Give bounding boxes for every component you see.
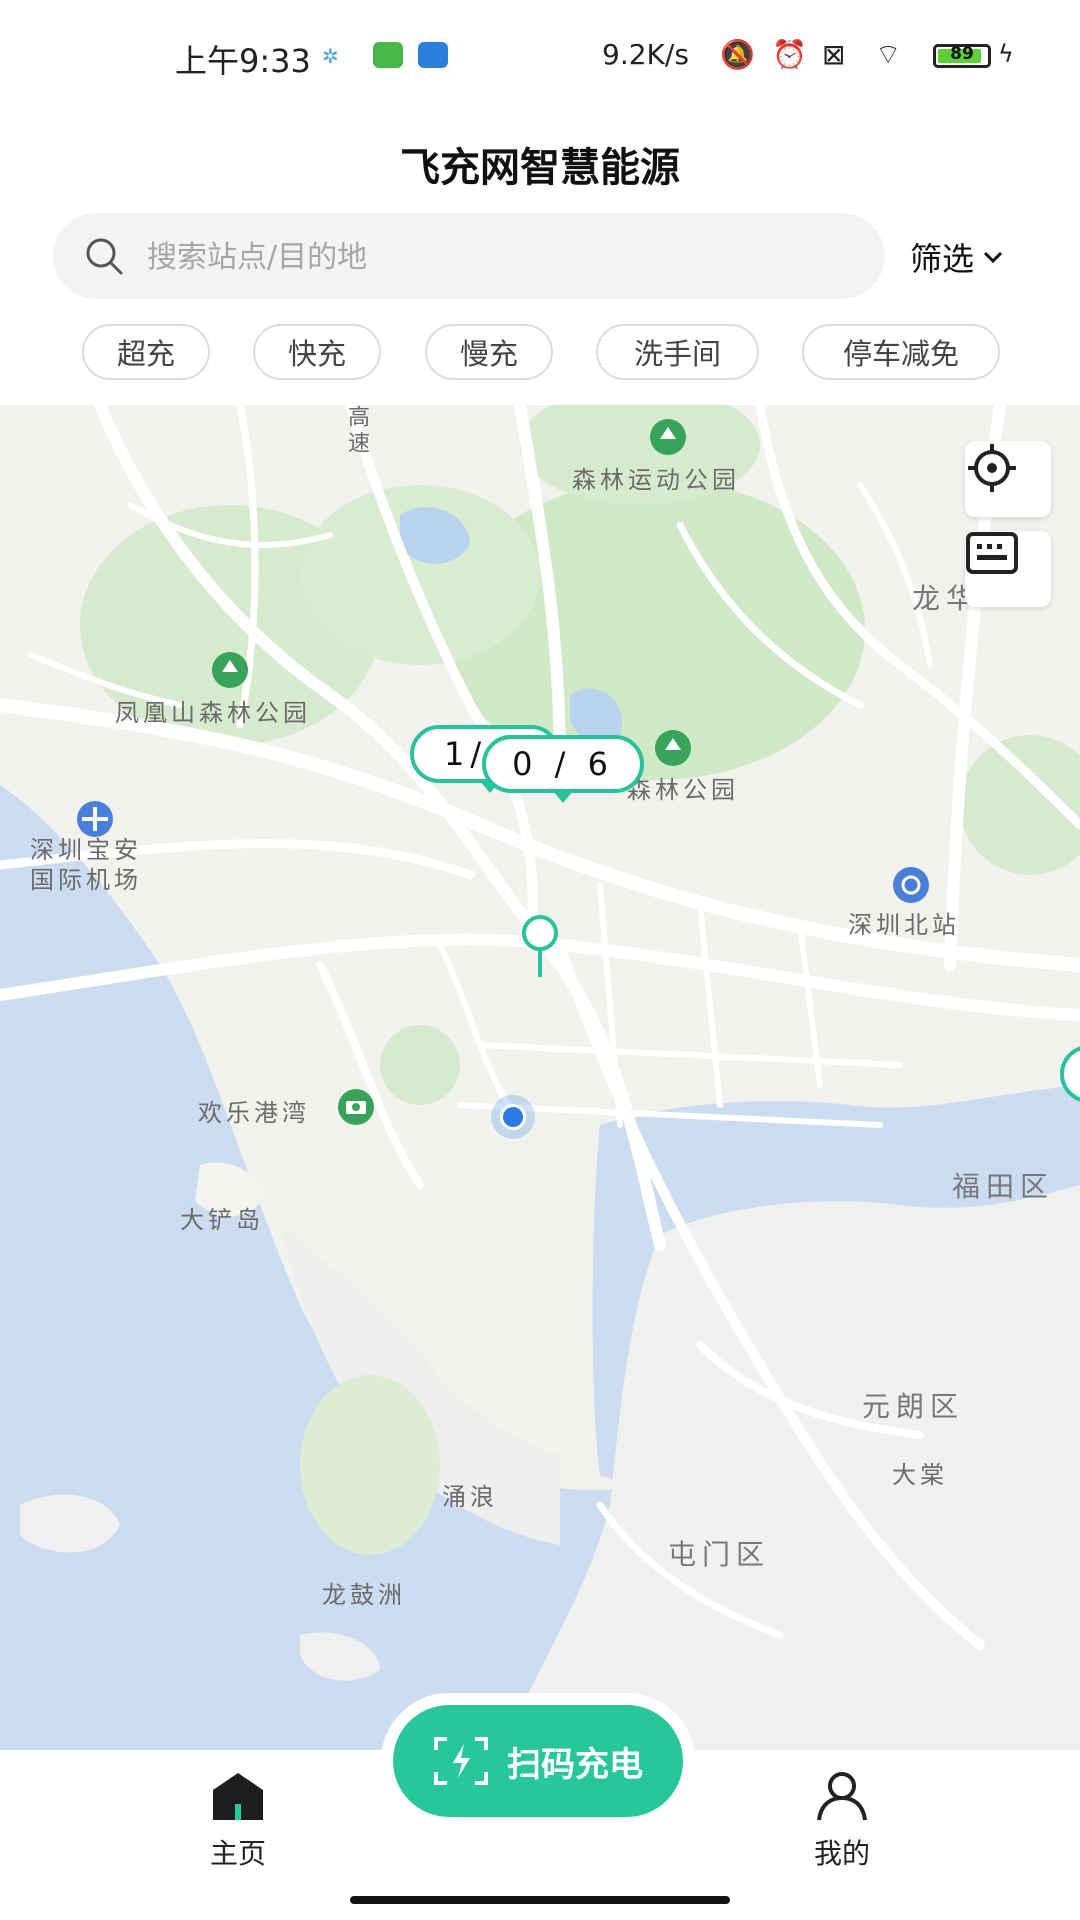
map-pin-icon <box>522 915 558 977</box>
list-view-button[interactable] <box>965 531 1051 607</box>
map-label-lung-kwu-chau: 龙鼓洲 <box>322 1581 406 1609</box>
search-bar[interactable] <box>53 213 885 301</box>
scan-charge-button[interactable]: 扫码充电 <box>393 1705 683 1817</box>
keyboard-icon <box>966 532 1018 574</box>
map-label-fenghuangshan: 凤凰山森林公园 <box>115 699 311 727</box>
map-label-tai-kei: 大棠 <box>892 1461 948 1489</box>
map-label-tuen-mun: 屯门区 <box>668 1538 771 1571</box>
wifi-icon: ⌔ <box>875 38 902 71</box>
map-label-futian: 福田区 <box>952 1170 1055 1203</box>
nav-mine[interactable]: 我的 <box>762 1770 922 1872</box>
map-label-expressway: 高速 <box>344 405 369 457</box>
user-location-icon <box>491 1095 535 1139</box>
chevron-down-icon <box>983 251 1003 264</box>
crosshair-icon <box>968 444 1016 492</box>
user-icon <box>817 1772 867 1821</box>
alarm-icon: ⏰ <box>772 38 807 71</box>
search-input[interactable] <box>145 213 849 301</box>
no-sim-icon: ⊠ <box>822 38 846 71</box>
chip-super-charge[interactable]: 超充 <box>82 324 210 380</box>
scan-charge-label: 扫码充电 <box>507 1744 643 1785</box>
search-icon <box>86 238 123 275</box>
home-indicator <box>350 1896 730 1904</box>
locate-button[interactable] <box>965 441 1051 517</box>
map-label-airport: 深圳宝安 国际机场 <box>30 836 142 894</box>
chip-restroom[interactable]: 洗手间 <box>596 324 759 380</box>
station-marker[interactable]: 0 / 6 <box>482 735 644 793</box>
map-label-dachan: 大铲岛 <box>180 1206 264 1234</box>
map-label-forest-sports-park: 森林运动公园 <box>572 466 740 494</box>
map-label-yonglang: 涌浪 <box>442 1483 498 1511</box>
filter-button[interactable]: 筛选 <box>910 232 1004 282</box>
wechat-icon <box>373 42 403 68</box>
battery-level: 89 <box>950 44 974 64</box>
map-label-yuen-long: 元朗区 <box>862 1390 965 1423</box>
status-bar: 上午9:33 ✲ 9.2K/s 🔕 ⏰ ⊠ ⌔ 89 ϟ <box>0 0 1080 110</box>
filter-chips: 超充 快充 慢充 洗手间 停车减免 <box>0 324 1080 384</box>
scan-icon <box>434 1737 488 1785</box>
network-speed: 9.2K/s <box>602 38 689 71</box>
map-view[interactable]: 高速 森林运动公园 龙华 凤凰山森林公园 森林公园 深圳宝安 国际机场 深圳北站… <box>0 405 1080 1750</box>
status-time: 上午9:33 <box>175 42 311 80</box>
map-label-happy-harbour: 欢乐港湾 <box>198 1099 310 1127</box>
nav-home[interactable]: 主页 <box>158 1770 318 1872</box>
chip-fast-charge[interactable]: 快充 <box>253 324 381 380</box>
sim-icon: ✲ <box>322 44 339 68</box>
map-label-shenzhen-north: 深圳北站 <box>848 911 960 939</box>
battery-icon: 89 <box>933 44 991 68</box>
chip-slow-charge[interactable]: 慢充 <box>425 324 553 380</box>
page-title: 飞充网智慧能源 <box>400 145 680 191</box>
nav-mine-label: 我的 <box>813 1837 870 1870</box>
hotspot-icon <box>418 42 448 68</box>
filter-label: 筛选 <box>910 240 975 278</box>
chip-parking-discount[interactable]: 停车减免 <box>802 324 1000 380</box>
home-icon <box>213 1773 263 1820</box>
station-marker-tail <box>553 791 573 803</box>
charging-icon: ϟ <box>998 40 1014 68</box>
nav-home-label: 主页 <box>209 1837 266 1870</box>
mute-icon: 🔕 <box>720 38 755 71</box>
map-label-forest-park: 森林公园 <box>627 776 739 804</box>
